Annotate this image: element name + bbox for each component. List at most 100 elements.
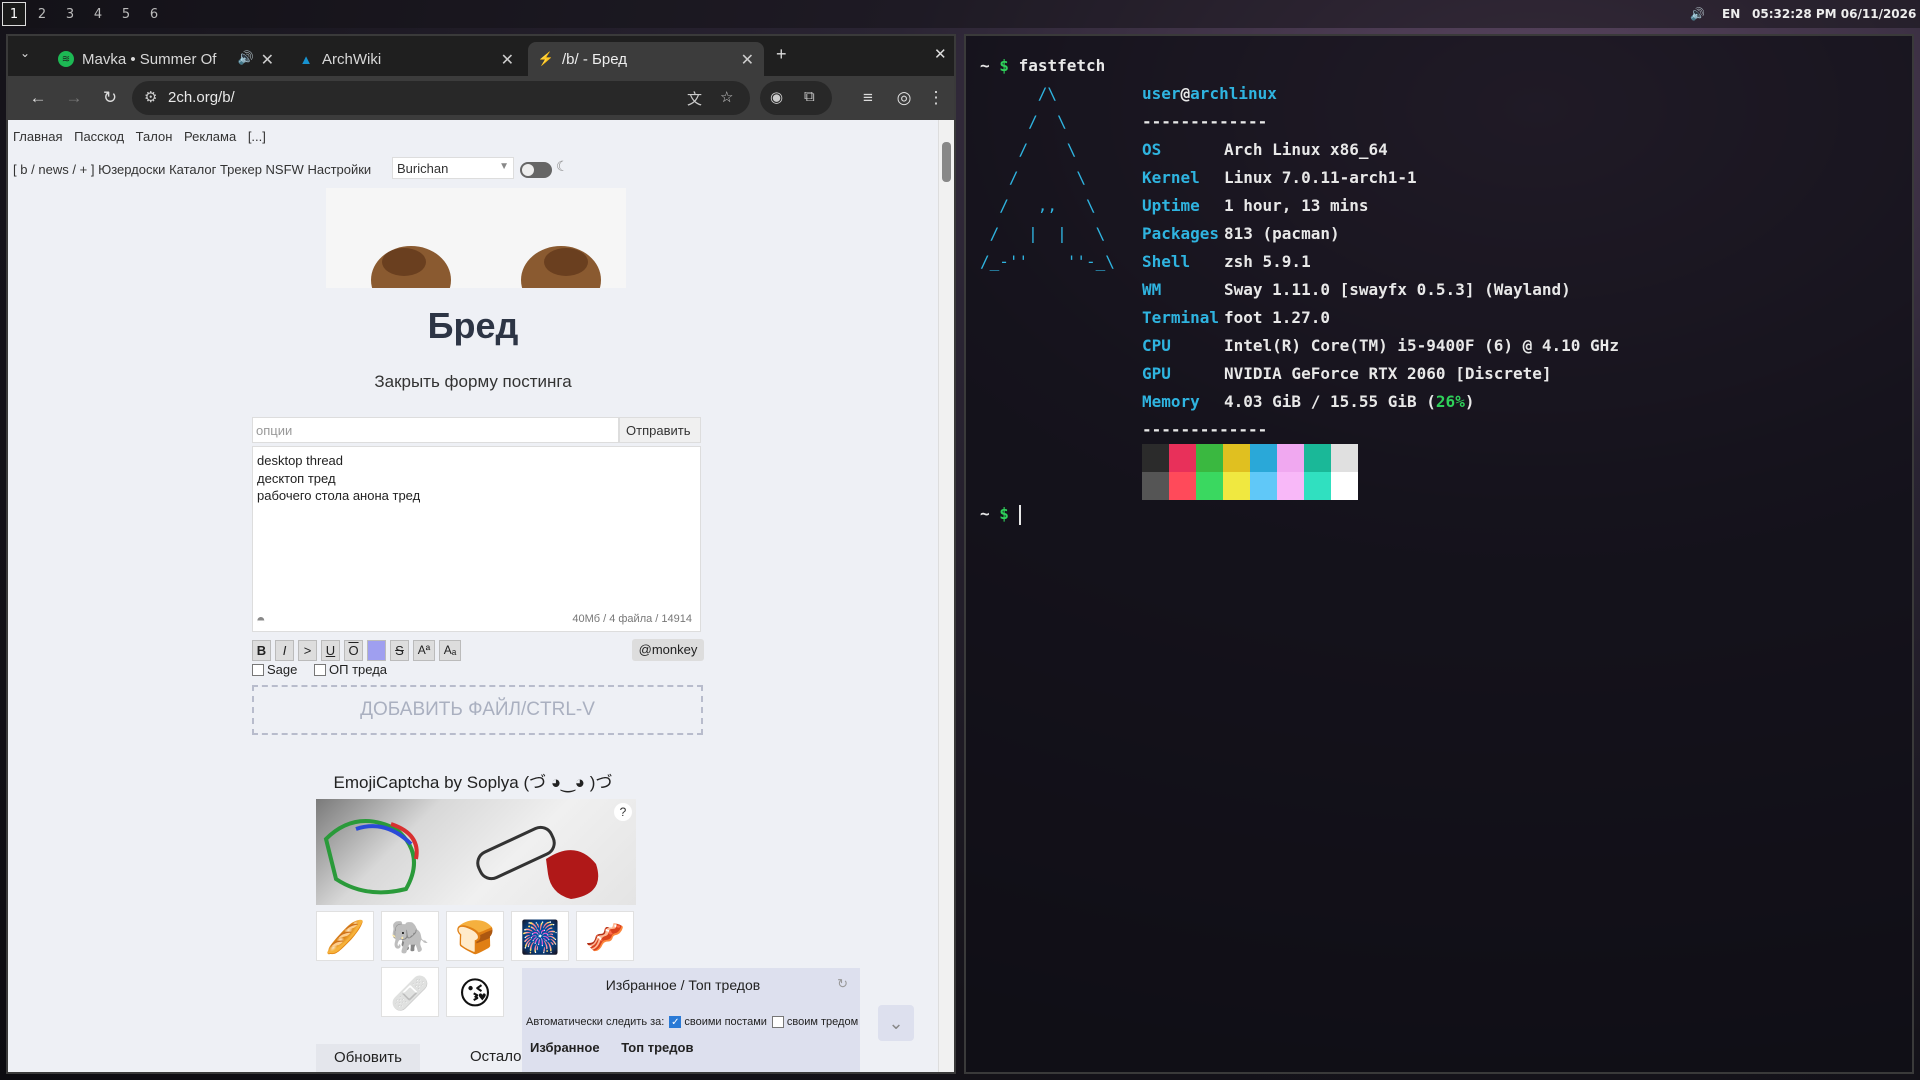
dark-mode-toggle[interactable] [520, 162, 552, 178]
checkbox[interactable] [252, 663, 264, 676]
subscript-button[interactable]: Aₐ [439, 640, 461, 661]
forward-icon[interactable]: → [62, 86, 86, 110]
board-link-plus[interactable]: + [80, 162, 88, 177]
send-button[interactable]: Отправить [619, 417, 701, 443]
checkbox[interactable] [314, 663, 326, 676]
file-dropzone[interactable]: ДОБАВИТЬ ФАЙЛ/CTRL-V [252, 685, 703, 735]
bookmark-star-icon[interactable]: ☆ [720, 88, 733, 106]
board-link-news[interactable]: news [38, 162, 68, 177]
palette-swatch [1250, 472, 1277, 500]
prompt-home: ~ [980, 56, 990, 75]
workspace-3[interactable]: 3 [58, 2, 82, 26]
reload-icon[interactable]: ↻ [98, 86, 122, 110]
monkey-button[interactable]: @monkey [632, 639, 704, 661]
post-textarea[interactable]: desktop thread десктоп тред рабочего сто… [252, 446, 701, 632]
captcha-option-baguette[interactable]: 🥖 [316, 911, 374, 961]
extension-icon[interactable]: ◉ [770, 88, 783, 106]
refresh-icon[interactable]: ↻ [837, 976, 848, 992]
nav-ads[interactable]: Реклама [184, 129, 236, 144]
back-icon[interactable]: ← [26, 86, 50, 110]
info-key: CPU [1142, 336, 1171, 355]
tab-title: /b/ - Бред [562, 50, 627, 68]
captcha-option-kiss[interactable]: 😘 [446, 967, 504, 1017]
link-nsfw[interactable]: NSFW [266, 162, 304, 177]
prompt-home: ~ [980, 504, 990, 523]
bold-button[interactable]: B [252, 640, 271, 661]
palette-swatch [1304, 444, 1331, 472]
captcha-help-button[interactable]: ? [614, 803, 632, 821]
tab-2ch[interactable]: ⚡ /b/ - Бред ✕ [528, 42, 764, 76]
captcha-option-bacon[interactable]: 🥓 [576, 911, 634, 961]
sage-checkbox[interactable]: Sage [252, 662, 297, 677]
palette-swatch [1196, 444, 1223, 472]
keyboard-layout[interactable]: EN [1722, 0, 1740, 28]
quote-button[interactable]: > [298, 640, 317, 661]
italic-button[interactable]: I [275, 640, 294, 661]
superscript-button[interactable]: Aª [413, 640, 435, 661]
board-banner [326, 188, 626, 288]
workspace-5[interactable]: 5 [114, 2, 138, 26]
close-form-link[interactable]: Закрыть форму постинга [8, 372, 938, 392]
tab-search-icon[interactable]: ⌄ [20, 46, 30, 60]
info-value: NVIDIA GeForce RTX 2060 [Discrete] [1224, 364, 1552, 383]
workspace-4[interactable]: 4 [86, 2, 110, 26]
link-userboards[interactable]: Юзердоски [98, 162, 165, 177]
close-tab-icon[interactable]: ✕ [501, 50, 514, 70]
tab-spotify[interactable]: ≋ Mavka • Summer Of 🔊 ✕ [48, 42, 284, 76]
scroll-down-button[interactable]: ⌄ [878, 1005, 914, 1041]
translate-icon[interactable]: 文 [687, 88, 702, 109]
captcha-option-bandage[interactable]: 🩹 [381, 967, 439, 1017]
audio-playing-icon[interactable]: 🔊 [238, 50, 254, 66]
close-window-button[interactable]: ✕ [934, 45, 947, 63]
media-control-icon[interactable]: ≡ [856, 86, 880, 110]
volume-icon[interactable]: 🔊 [1690, 0, 1705, 28]
terminal-window[interactable]: ~ $ fastfetch /\ / \ / \ / \ / ,, \ / | … [964, 34, 1914, 1074]
tab-top-threads[interactable]: Топ тредов [621, 1040, 693, 1055]
address-bar[interactable]: ⚙ 2ch.org/b/ 文 ☆ [132, 81, 750, 115]
auto-watch-row: Автоматически следить за: ✓ своими поста… [526, 1016, 858, 1028]
workspace-1[interactable]: 1 [2, 2, 26, 26]
menu-icon[interactable]: ⋮ [924, 86, 948, 110]
captcha-option-bread[interactable]: 🍞 [446, 911, 504, 961]
new-tab-button[interactable]: + [776, 44, 787, 65]
workspace-6[interactable]: 6 [142, 2, 166, 26]
nav-more[interactable]: [...] [248, 129, 266, 144]
tab-favorites[interactable]: Избранное [530, 1040, 600, 1055]
options-input[interactable]: опции [252, 417, 619, 443]
tab-archwiki[interactable]: ▲ ArchWiki ✕ [288, 42, 524, 76]
scrollbar-thumb[interactable] [942, 142, 951, 182]
style-select[interactable]: Burichan ▼ [392, 157, 514, 179]
profile-icon[interactable]: ◎ [892, 86, 916, 110]
memory-close: ) [1464, 392, 1475, 411]
refresh-button[interactable]: Обновить [316, 1044, 420, 1072]
post-line: desktop thread [257, 453, 344, 468]
page-scrollbar[interactable] [938, 120, 954, 1072]
captcha-option-fireworks[interactable]: 🎆 [511, 911, 569, 961]
workspace-2[interactable]: 2 [30, 2, 54, 26]
captcha-option-mammoth[interactable]: 🐘 [381, 911, 439, 961]
close-tab-icon[interactable]: ✕ [741, 50, 754, 70]
nav-talon[interactable]: Талон [136, 129, 173, 144]
puzzle-icon[interactable]: ⧉ [804, 88, 815, 105]
info-value: Intel(R) Core(TM) i5-9400F (6) @ 4.10 GH… [1224, 336, 1619, 355]
underline-button[interactable]: U [321, 640, 340, 661]
board-link-b[interactable]: b [20, 162, 27, 177]
link-settings[interactable]: Настройки [307, 162, 371, 177]
spoiler-button[interactable] [367, 640, 386, 661]
nav-passcode[interactable]: Пасскод [74, 129, 124, 144]
bracket: ] [90, 162, 95, 177]
site-info-icon[interactable]: ⚙ [144, 88, 157, 106]
link-catalog[interactable]: Каталог [169, 162, 216, 177]
overline-button[interactable]: O [344, 640, 363, 661]
sticker-icon[interactable]: ◓ [256, 612, 266, 630]
bracket: [ [13, 162, 17, 177]
url-text[interactable]: 2ch.org/b/ [168, 89, 235, 106]
nav-home[interactable]: Главная [13, 129, 62, 144]
info-key: Packages [1142, 224, 1220, 243]
op-checkbox[interactable]: ОП треда [314, 662, 387, 677]
strike-button[interactable]: S [390, 640, 409, 661]
own-thread-checkbox[interactable] [771, 1016, 784, 1028]
own-posts-checkbox[interactable]: ✓ [669, 1016, 682, 1028]
link-tracker[interactable]: Трекер [220, 162, 262, 177]
close-tab-icon[interactable]: ✕ [261, 50, 274, 70]
